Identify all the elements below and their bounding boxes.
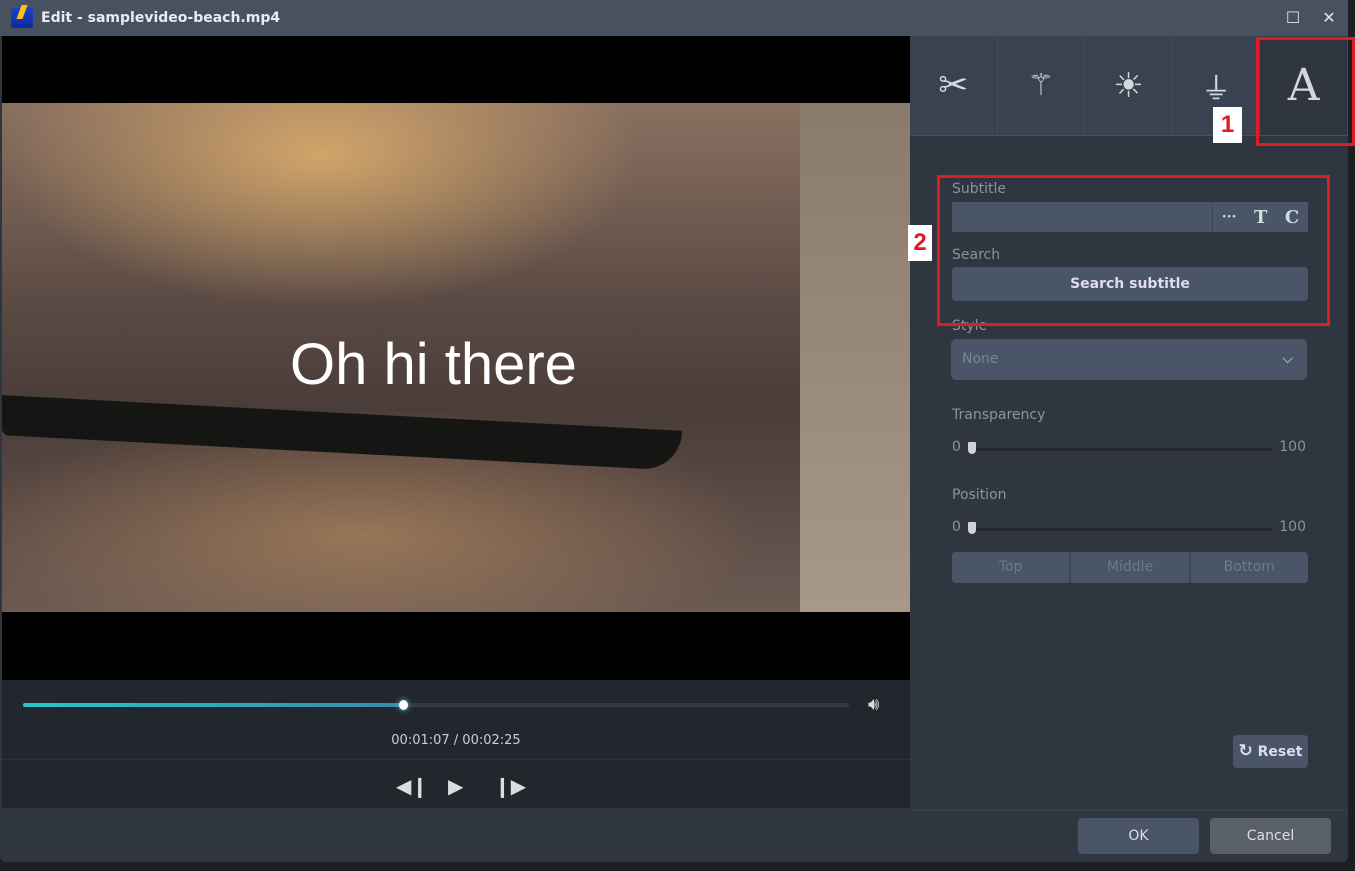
cancel-button[interactable]: Cancel	[1210, 818, 1331, 854]
close-icon[interactable]: ✕	[1319, 8, 1339, 28]
transparency-label: Transparency	[952, 407, 1046, 423]
magic-wand-icon: ⚚	[1027, 68, 1055, 103]
slider-thumb[interactable]	[968, 442, 976, 454]
annotation-box-1	[1256, 37, 1355, 146]
seek-progress	[23, 703, 403, 707]
slider-track[interactable]	[968, 528, 1272, 531]
window-title: Edit - samplevideo-beach.mp4	[41, 10, 281, 26]
position-bottom-button[interactable]: Bottom	[1190, 552, 1308, 583]
position-slider[interactable]: 0 100	[952, 519, 1308, 539]
position-top-button[interactable]: Top	[952, 552, 1072, 583]
video-preview: Oh hi there	[2, 36, 910, 680]
reset-button[interactable]: ↻ Reset	[1233, 735, 1308, 768]
position-max: 100	[1279, 519, 1306, 535]
video-frame-edge	[800, 103, 910, 612]
tab-adjust[interactable]: ☀	[1085, 36, 1173, 135]
canoe-silhouette	[2, 395, 682, 471]
player-controls: 🔊︎ 00:01:07 / 00:02:25 ◀❙ ▶ ❙▶	[2, 680, 910, 808]
previous-frame-icon[interactable]: ◀❙	[396, 774, 428, 798]
position-middle-button[interactable]: Middle	[1071, 552, 1191, 583]
title-bar: Edit - samplevideo-beach.mp4 ☐ ✕	[0, 0, 1348, 36]
play-icon[interactable]: ▶	[448, 774, 463, 798]
style-select[interactable]: None ⌵	[951, 339, 1307, 380]
time-display: 00:01:07 / 00:02:25	[391, 733, 521, 748]
chevron-down-icon: ⌵	[1282, 351, 1293, 367]
position-min: 0	[952, 519, 961, 535]
annotation-label-2: 2	[908, 225, 932, 261]
edit-dialog: Edit - samplevideo-beach.mp4 ☐ ✕ Oh hi t…	[0, 0, 1348, 862]
ok-button[interactable]: OK	[1078, 818, 1199, 854]
volume-icon[interactable]: 🔊︎	[868, 694, 879, 715]
style-value: None	[962, 351, 999, 367]
stamp-icon: ⏚	[1201, 71, 1232, 107]
dialog-footer: OK Cancel	[910, 810, 1348, 862]
brightness-icon: ☀	[1113, 65, 1144, 106]
transparency-slider[interactable]: 0 100	[952, 439, 1308, 459]
annotation-label-1: 1	[1213, 107, 1242, 143]
position-buttons: Top Middle Bottom	[952, 552, 1308, 583]
tab-cut[interactable]: ✂	[910, 36, 998, 135]
reset-label: Reset	[1257, 744, 1303, 760]
transparency-max: 100	[1279, 439, 1306, 455]
scissors-icon: ✂	[938, 65, 969, 106]
seek-bar[interactable]	[23, 700, 849, 710]
transparency-min: 0	[952, 439, 961, 455]
reset-icon: ↻	[1238, 741, 1253, 761]
slider-thumb[interactable]	[968, 522, 976, 534]
divider	[2, 759, 910, 760]
annotation-box-2	[937, 175, 1330, 326]
subtitle-overlay: Oh hi there	[290, 332, 577, 397]
seek-handle[interactable]	[398, 700, 408, 710]
next-frame-icon[interactable]: ❙▶	[494, 774, 526, 798]
slider-track[interactable]	[968, 448, 1272, 451]
position-label: Position	[952, 487, 1007, 503]
edit-panel: ✂ ⚚ ☀ ⏚ A Subtitle ··· T C Search Search…	[910, 36, 1348, 810]
tab-effects[interactable]: ⚚	[998, 36, 1086, 135]
app-logo-icon	[11, 8, 33, 28]
maximize-icon[interactable]: ☐	[1283, 8, 1303, 28]
footer-left	[2, 808, 910, 862]
